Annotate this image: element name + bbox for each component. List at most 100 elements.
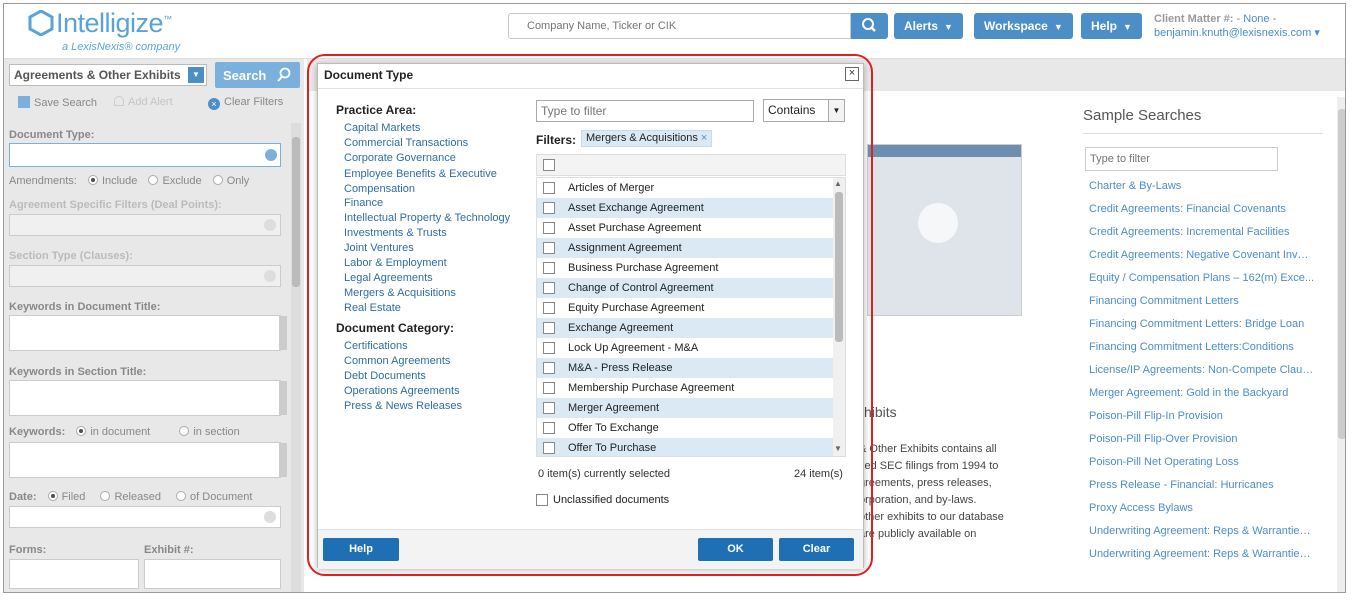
practice-area-link[interactable]: Investments & Trusts <box>344 227 447 239</box>
sample-search-link[interactable]: Underwriting Agreement: Reps & Warrantie… <box>1089 548 1314 560</box>
item-checkbox[interactable] <box>543 262 555 274</box>
sample-search-link[interactable]: Poison-Pill Flip-In Provision <box>1089 410 1314 422</box>
match-mode-select[interactable]: Contains ▼ <box>763 99 845 122</box>
unclassified-checkbox[interactable] <box>536 494 548 506</box>
play-icon[interactable] <box>918 203 958 243</box>
expand-icon[interactable] <box>279 316 287 350</box>
item-checkbox[interactable] <box>543 222 555 234</box>
list-item[interactable]: Lock Up Agreement - M&A <box>537 338 833 358</box>
date-of-document-radio[interactable] <box>176 491 187 501</box>
section-type-select[interactable] <box>9 265 281 287</box>
keywords-in-section-radio[interactable] <box>179 426 190 436</box>
date-filed-radio[interactable] <box>47 491 58 501</box>
item-checkbox[interactable] <box>543 442 555 454</box>
sample-search-link[interactable]: Charter & By-Laws <box>1089 180 1314 192</box>
item-checkbox[interactable] <box>543 282 555 294</box>
help-menu-button[interactable]: Help ▼ <box>1081 13 1142 39</box>
main-scrollbar[interactable] <box>1337 97 1345 592</box>
document-category-link[interactable]: Common Agreements <box>344 355 450 367</box>
document-set-select[interactable]: Agreements & Other Exhibits ▼ <box>9 64 207 86</box>
scroll-thumb[interactable] <box>1338 109 1345 439</box>
expand-icon[interactable] <box>279 381 287 415</box>
list-item[interactable]: Assignment Agreement <box>537 238 833 258</box>
sample-search-link[interactable]: Credit Agreements: Negative Covenant Inv… <box>1089 249 1314 261</box>
alerts-menu-button[interactable]: Alerts ▼ <box>894 13 963 39</box>
list-item[interactable]: Asset Exchange Agreement <box>537 198 833 218</box>
scroll-thumb[interactable] <box>835 192 843 342</box>
keywords-in-document-radio[interactable] <box>76 426 87 436</box>
list-item[interactable]: Change of Control Agreement <box>537 278 833 298</box>
unclassified-option[interactable]: Unclassified documents <box>536 494 669 506</box>
chevron-down-icon[interactable]: ▾ <box>1311 27 1320 39</box>
clear-filters-button[interactable]: × Clear Filters <box>208 96 283 110</box>
practice-area-link[interactable]: Mergers & Acquisitions <box>344 287 456 299</box>
list-item[interactable]: Offer To Exchange <box>537 418 833 438</box>
practice-area-link[interactable]: Finance <box>344 197 383 209</box>
item-checkbox[interactable] <box>543 242 555 254</box>
workspace-menu-button[interactable]: Workspace ▼ <box>974 13 1073 39</box>
sample-search-link[interactable]: Financing Commitment Letters: Bridge Loa… <box>1089 318 1314 330</box>
practice-area-link[interactable]: Real Estate <box>344 302 401 314</box>
item-checkbox[interactable] <box>543 382 555 394</box>
item-checkbox[interactable] <box>543 362 555 374</box>
remove-filter-icon[interactable]: × <box>701 132 707 144</box>
document-category-link[interactable]: Debt Documents <box>344 370 426 382</box>
document-type-input[interactable] <box>9 143 281 167</box>
type-filter-input[interactable] <box>536 100 754 122</box>
item-checkbox[interactable] <box>543 322 555 334</box>
list-item[interactable]: Equity Purchase Agreement <box>537 298 833 318</box>
sample-search-link[interactable]: Equity / Compensation Plans – 162(m) Exc… <box>1089 272 1314 284</box>
sample-search-link[interactable]: Poison-Pill Flip-Over Provision <box>1089 433 1314 445</box>
client-matter-value[interactable]: - None - <box>1237 13 1277 25</box>
sample-search-link[interactable]: Credit Agreements: Financial Covenants <box>1089 203 1314 215</box>
help-button[interactable]: Help <box>323 538 399 561</box>
agreement-filters-select[interactable] <box>9 214 281 236</box>
sample-search-link[interactable]: Poison-Pill Net Operating Loss <box>1089 456 1314 468</box>
keywords-input[interactable] <box>9 442 287 478</box>
item-checkbox[interactable] <box>543 342 555 354</box>
practice-area-link[interactable]: Joint Ventures <box>344 242 414 254</box>
document-category-link[interactable]: Operations Agreements <box>344 385 460 397</box>
company-search-button[interactable] <box>851 13 888 39</box>
sample-search-link[interactable]: Financing Commitment Letters <box>1089 295 1314 307</box>
scroll-down-icon[interactable]: ▼ <box>834 444 842 453</box>
sample-search-link[interactable]: Financing Commitment Letters:Conditions <box>1089 341 1314 353</box>
practice-area-link[interactable]: Legal Agreements <box>344 272 433 284</box>
sample-search-link[interactable]: Credit Agreements: Incremental Facilitie… <box>1089 226 1314 238</box>
document-category-link[interactable]: Certifications <box>344 340 408 352</box>
keywords-doc-title-input[interactable] <box>9 315 287 351</box>
expand-icon[interactable] <box>279 443 287 477</box>
save-search-button[interactable]: Save Search <box>18 96 97 109</box>
practice-area-link[interactable]: Corporate Governance <box>344 152 456 164</box>
document-category-link[interactable]: Press & News Releases <box>344 400 462 412</box>
add-alert-button[interactable]: Add Alert <box>114 96 173 108</box>
list-item[interactable]: Exchange Agreement <box>537 318 833 338</box>
user-menu[interactable]: benjamin.knuth@lexisnexis.com <box>1154 27 1311 39</box>
list-item[interactable]: Asset Purchase Agreement <box>537 218 833 238</box>
practice-area-link[interactable]: Intellectual Property & Technology <box>344 212 510 224</box>
amendments-exclude-radio[interactable] <box>148 175 159 185</box>
left-scrollbar[interactable] <box>291 123 301 592</box>
sample-search-link[interactable]: Underwriting Agreement: Reps & Warrantie… <box>1089 525 1314 537</box>
exhibit-input[interactable] <box>144 559 281 589</box>
practice-area-link[interactable]: Labor & Employment <box>344 257 447 269</box>
practice-area-link[interactable]: Capital Markets <box>344 122 420 134</box>
list-item[interactable]: Articles of Merger <box>537 178 833 198</box>
practice-area-link[interactable]: Employee Benefits & Executive Compensati… <box>344 167 504 197</box>
item-checkbox[interactable] <box>543 302 555 314</box>
select-all-checkbox[interactable] <box>543 159 555 171</box>
list-item[interactable]: Business Purchase Agreement <box>537 258 833 278</box>
ok-button[interactable]: OK <box>698 538 773 561</box>
date-released-radio[interactable] <box>100 491 111 501</box>
sample-search-link[interactable]: Merger Agreement: Gold in the Backyard <box>1089 387 1314 399</box>
forms-select[interactable] <box>9 559 139 589</box>
sample-search-link[interactable]: License/IP Agreements: Non-Compete Claus… <box>1089 364 1314 376</box>
practice-area-link[interactable]: Commercial Transactions <box>344 137 468 149</box>
date-range-select[interactable] <box>9 506 281 528</box>
item-checkbox[interactable] <box>543 182 555 194</box>
list-item[interactable]: Merger Agreement <box>537 398 833 418</box>
list-item[interactable]: Membership Purchase Agreement <box>537 378 833 398</box>
sample-searches-filter-input[interactable] <box>1085 147 1278 171</box>
sample-search-link[interactable]: Proxy Access Bylaws <box>1089 502 1314 514</box>
amendments-include-radio[interactable] <box>87 175 98 185</box>
